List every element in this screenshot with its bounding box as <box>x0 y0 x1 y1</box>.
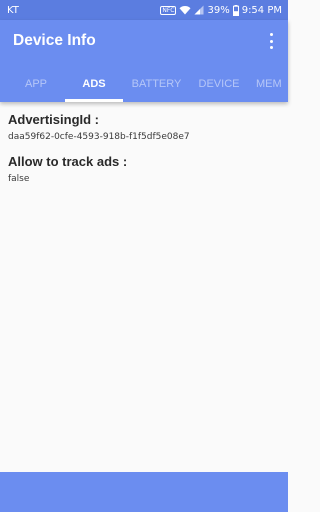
advertising-id-value: daa59f62-0cfe-4593-918b-f1f5df5e08e7 <box>8 132 190 142</box>
app-bar: Device Info APP ADS BATTERY DEVICE MEM <box>0 20 288 102</box>
tab-device[interactable]: DEVICE <box>194 72 244 102</box>
tab-ads[interactable]: ADS <box>65 72 123 102</box>
tab-battery[interactable]: BATTERY <box>128 72 185 102</box>
bottom-ad-banner <box>0 472 288 512</box>
battery-percent: 39% <box>207 4 230 16</box>
clock: 9:54 PM <box>241 4 282 16</box>
overflow-menu-icon[interactable] <box>265 33 277 49</box>
battery-icon <box>232 4 239 16</box>
nfc-icon: NFC <box>160 5 177 15</box>
wifi-icon <box>179 5 191 15</box>
ads-info-panel: AdvertisingId : daa59f62-0cfe-4593-918b-… <box>8 112 280 184</box>
advertising-id-label: AdvertisingId : <box>8 112 100 127</box>
status-icons: NFC 39% 9:54 PM <box>160 4 282 16</box>
track-ads-field: Allow to track ads : false <box>8 154 280 184</box>
advertising-id-field: AdvertisingId : daa59f62-0cfe-4593-918b-… <box>8 112 280 142</box>
tab-app[interactable]: APP <box>14 72 58 102</box>
carrier-label: KT <box>7 4 19 16</box>
track-ads-label: Allow to track ads : <box>8 154 128 169</box>
app-title: Device Info <box>13 32 96 49</box>
status-bar: KT NFC 39% 9:54 PM <box>0 0 288 20</box>
tab-memory[interactable]: MEM <box>256 72 288 102</box>
active-tab-indicator <box>65 99 123 102</box>
signal-icon <box>194 5 204 15</box>
track-ads-value: false <box>8 174 30 184</box>
tab-bar: APP ADS BATTERY DEVICE MEM <box>0 72 288 102</box>
